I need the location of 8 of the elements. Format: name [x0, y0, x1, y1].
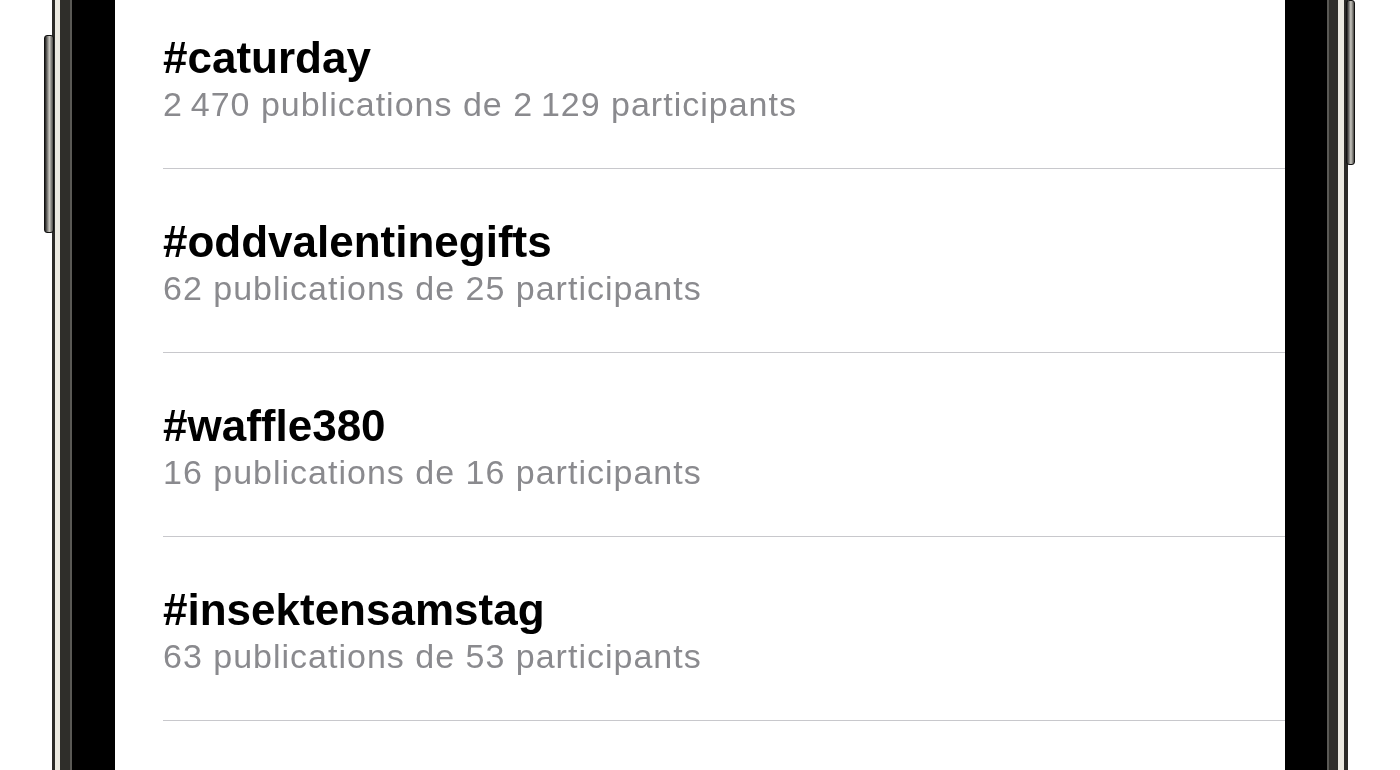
- hashtag-name[interactable]: #insektensamstag: [163, 586, 545, 634]
- hashtag-stats: 63 publications de 53 participants: [163, 638, 702, 674]
- hashtag-name[interactable]: #waffle380: [163, 402, 386, 450]
- hashtag-stats: 2 470 publications de 2 129 participants: [163, 86, 797, 122]
- hashtag-name[interactable]: #oddvalentinegifts: [163, 218, 552, 266]
- hashtag-stats: 62 publications de 25 participants: [163, 270, 702, 306]
- hashtag-stats: 16 publications de 16 participants: [163, 454, 702, 490]
- hashtag-name[interactable]: #caturday: [163, 34, 371, 82]
